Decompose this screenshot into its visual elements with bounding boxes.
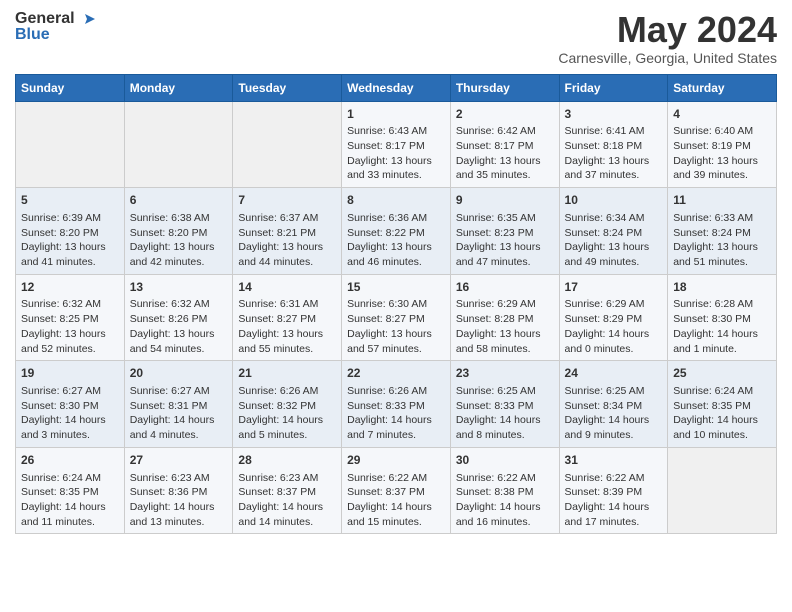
day-number: 23 [456,365,554,382]
calendar-cell: 26Sunrise: 6:24 AMSunset: 8:35 PMDayligh… [16,447,125,534]
page-header: General Blue May 2024 Carnesville, Georg… [15,10,777,66]
day-number: 27 [130,452,228,469]
calendar-cell: 5Sunrise: 6:39 AMSunset: 8:20 PMDaylight… [16,188,125,275]
calendar-cell: 2Sunrise: 6:42 AMSunset: 8:17 PMDaylight… [450,101,559,188]
day-number: 30 [456,452,554,469]
calendar-cell: 15Sunrise: 6:30 AMSunset: 8:27 PMDayligh… [342,274,451,361]
calendar-cell: 9Sunrise: 6:35 AMSunset: 8:23 PMDaylight… [450,188,559,275]
day-number: 11 [673,192,771,209]
calendar-table: SundayMondayTuesdayWednesdayThursdayFrid… [15,74,777,535]
calendar-cell: 1Sunrise: 6:43 AMSunset: 8:17 PMDaylight… [342,101,451,188]
calendar-cell: 25Sunrise: 6:24 AMSunset: 8:35 PMDayligh… [668,361,777,448]
day-number: 31 [565,452,663,469]
day-number: 7 [238,192,336,209]
calendar-cell: 30Sunrise: 6:22 AMSunset: 8:38 PMDayligh… [450,447,559,534]
location-subtitle: Carnesville, Georgia, United States [558,50,777,66]
day-number: 21 [238,365,336,382]
day-number: 18 [673,279,771,296]
calendar-cell: 19Sunrise: 6:27 AMSunset: 8:30 PMDayligh… [16,361,125,448]
day-header-friday: Friday [559,74,668,101]
calendar-cell: 28Sunrise: 6:23 AMSunset: 8:37 PMDayligh… [233,447,342,534]
calendar-cell: 20Sunrise: 6:27 AMSunset: 8:31 PMDayligh… [124,361,233,448]
day-number: 17 [565,279,663,296]
day-number: 5 [21,192,119,209]
calendar-cell: 14Sunrise: 6:31 AMSunset: 8:27 PMDayligh… [233,274,342,361]
day-number: 25 [673,365,771,382]
calendar-cell: 17Sunrise: 6:29 AMSunset: 8:29 PMDayligh… [559,274,668,361]
calendar-cell: 13Sunrise: 6:32 AMSunset: 8:26 PMDayligh… [124,274,233,361]
day-header-tuesday: Tuesday [233,74,342,101]
calendar-cell: 29Sunrise: 6:22 AMSunset: 8:37 PMDayligh… [342,447,451,534]
calendar-cell: 6Sunrise: 6:38 AMSunset: 8:20 PMDaylight… [124,188,233,275]
calendar-cell [668,447,777,534]
calendar-week-row: 1Sunrise: 6:43 AMSunset: 8:17 PMDaylight… [16,101,777,188]
calendar-cell: 16Sunrise: 6:29 AMSunset: 8:28 PMDayligh… [450,274,559,361]
calendar-title: May 2024 [558,10,777,50]
day-number: 22 [347,365,445,382]
day-number: 10 [565,192,663,209]
day-number: 19 [21,365,119,382]
calendar-cell: 7Sunrise: 6:37 AMSunset: 8:21 PMDaylight… [233,188,342,275]
calendar-cell: 27Sunrise: 6:23 AMSunset: 8:36 PMDayligh… [124,447,233,534]
day-header-saturday: Saturday [668,74,777,101]
day-number: 26 [21,452,119,469]
logo-blue-text: Blue [15,26,95,44]
logo-wordmark: General Blue [15,10,95,44]
day-number: 3 [565,106,663,123]
day-number: 12 [21,279,119,296]
day-number: 9 [456,192,554,209]
day-header-sunday: Sunday [16,74,125,101]
title-block: May 2024 Carnesville, Georgia, United St… [558,10,777,66]
calendar-cell: 10Sunrise: 6:34 AMSunset: 8:24 PMDayligh… [559,188,668,275]
day-number: 1 [347,106,445,123]
calendar-cell [233,101,342,188]
calendar-cell: 4Sunrise: 6:40 AMSunset: 8:19 PMDaylight… [668,101,777,188]
day-number: 16 [456,279,554,296]
day-number: 28 [238,452,336,469]
logo: General Blue [15,10,95,44]
day-header-thursday: Thursday [450,74,559,101]
day-number: 29 [347,452,445,469]
calendar-cell: 31Sunrise: 6:22 AMSunset: 8:39 PMDayligh… [559,447,668,534]
calendar-cell: 8Sunrise: 6:36 AMSunset: 8:22 PMDaylight… [342,188,451,275]
calendar-cell: 12Sunrise: 6:32 AMSunset: 8:25 PMDayligh… [16,274,125,361]
calendar-cell [16,101,125,188]
calendar-cell [124,101,233,188]
calendar-cell: 22Sunrise: 6:26 AMSunset: 8:33 PMDayligh… [342,361,451,448]
calendar-cell: 23Sunrise: 6:25 AMSunset: 8:33 PMDayligh… [450,361,559,448]
day-number: 14 [238,279,336,296]
day-header-wednesday: Wednesday [342,74,451,101]
day-number: 2 [456,106,554,123]
day-number: 8 [347,192,445,209]
calendar-week-row: 5Sunrise: 6:39 AMSunset: 8:20 PMDaylight… [16,188,777,275]
calendar-header-row: SundayMondayTuesdayWednesdayThursdayFrid… [16,74,777,101]
calendar-week-row: 12Sunrise: 6:32 AMSunset: 8:25 PMDayligh… [16,274,777,361]
calendar-cell: 3Sunrise: 6:41 AMSunset: 8:18 PMDaylight… [559,101,668,188]
calendar-cell: 24Sunrise: 6:25 AMSunset: 8:34 PMDayligh… [559,361,668,448]
day-number: 20 [130,365,228,382]
day-header-monday: Monday [124,74,233,101]
calendar-week-row: 26Sunrise: 6:24 AMSunset: 8:35 PMDayligh… [16,447,777,534]
day-number: 15 [347,279,445,296]
calendar-cell: 21Sunrise: 6:26 AMSunset: 8:32 PMDayligh… [233,361,342,448]
calendar-cell: 18Sunrise: 6:28 AMSunset: 8:30 PMDayligh… [668,274,777,361]
calendar-week-row: 19Sunrise: 6:27 AMSunset: 8:30 PMDayligh… [16,361,777,448]
day-number: 4 [673,106,771,123]
day-number: 13 [130,279,228,296]
calendar-cell: 11Sunrise: 6:33 AMSunset: 8:24 PMDayligh… [668,188,777,275]
day-number: 24 [565,365,663,382]
day-number: 6 [130,192,228,209]
